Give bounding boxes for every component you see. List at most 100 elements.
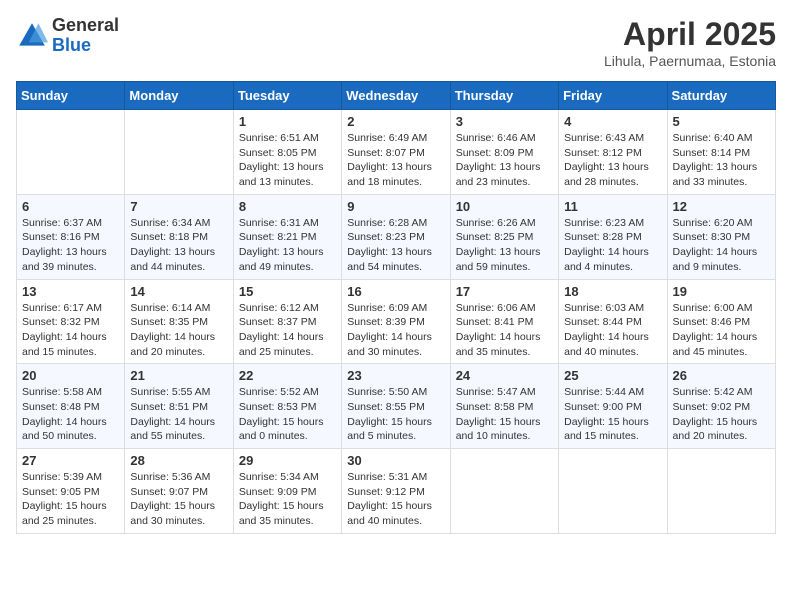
- calendar-cell: 17 Sunrise: 6:06 AMSunset: 8:41 PMDayligh…: [450, 279, 558, 364]
- calendar-cell: 5 Sunrise: 6:40 AMSunset: 8:14 PMDaylight…: [667, 110, 775, 195]
- week-row-5: 27 Sunrise: 5:39 AMSunset: 9:05 PMDayligh…: [17, 449, 776, 534]
- day-info: Sunrise: 5:44 AMSunset: 9:00 PMDaylight:…: [564, 385, 661, 444]
- day-number: 16: [347, 284, 444, 299]
- day-number: 8: [239, 199, 336, 214]
- calendar-cell: 23 Sunrise: 5:50 AMSunset: 8:55 PMDayligh…: [342, 364, 450, 449]
- header-row: SundayMondayTuesdayWednesdayThursdayFrid…: [17, 82, 776, 110]
- day-number: 10: [456, 199, 553, 214]
- day-info: Sunrise: 6:34 AMSunset: 8:18 PMDaylight:…: [130, 216, 227, 275]
- day-info: Sunrise: 6:06 AMSunset: 8:41 PMDaylight:…: [456, 301, 553, 360]
- calendar-cell: 4 Sunrise: 6:43 AMSunset: 8:12 PMDaylight…: [559, 110, 667, 195]
- calendar-cell: 27 Sunrise: 5:39 AMSunset: 9:05 PMDayligh…: [17, 449, 125, 534]
- title-block: April 2025 Lihula, Paernumaa, Estonia: [604, 16, 776, 69]
- day-info: Sunrise: 6:43 AMSunset: 8:12 PMDaylight:…: [564, 131, 661, 190]
- calendar-cell: [667, 449, 775, 534]
- day-info: Sunrise: 5:52 AMSunset: 8:53 PMDaylight:…: [239, 385, 336, 444]
- day-number: 30: [347, 453, 444, 468]
- calendar-cell: 7 Sunrise: 6:34 AMSunset: 8:18 PMDaylight…: [125, 194, 233, 279]
- week-row-2: 6 Sunrise: 6:37 AMSunset: 8:16 PMDaylight…: [17, 194, 776, 279]
- calendar-cell: 12 Sunrise: 6:20 AMSunset: 8:30 PMDayligh…: [667, 194, 775, 279]
- calendar-cell: 15 Sunrise: 6:12 AMSunset: 8:37 PMDayligh…: [233, 279, 341, 364]
- day-info: Sunrise: 6:37 AMSunset: 8:16 PMDaylight:…: [22, 216, 119, 275]
- calendar-cell: 2 Sunrise: 6:49 AMSunset: 8:07 PMDaylight…: [342, 110, 450, 195]
- day-number: 23: [347, 368, 444, 383]
- day-number: 4: [564, 114, 661, 129]
- calendar-cell: 6 Sunrise: 6:37 AMSunset: 8:16 PMDaylight…: [17, 194, 125, 279]
- week-row-4: 20 Sunrise: 5:58 AMSunset: 8:48 PMDayligh…: [17, 364, 776, 449]
- calendar-cell: 26 Sunrise: 5:42 AMSunset: 9:02 PMDayligh…: [667, 364, 775, 449]
- calendar-cell: 3 Sunrise: 6:46 AMSunset: 8:09 PMDaylight…: [450, 110, 558, 195]
- calendar-cell: 18 Sunrise: 6:03 AMSunset: 8:44 PMDayligh…: [559, 279, 667, 364]
- day-number: 3: [456, 114, 553, 129]
- day-info: Sunrise: 6:12 AMSunset: 8:37 PMDaylight:…: [239, 301, 336, 360]
- day-info: Sunrise: 6:14 AMSunset: 8:35 PMDaylight:…: [130, 301, 227, 360]
- day-number: 9: [347, 199, 444, 214]
- day-info: Sunrise: 6:20 AMSunset: 8:30 PMDaylight:…: [673, 216, 770, 275]
- day-info: Sunrise: 5:58 AMSunset: 8:48 PMDaylight:…: [22, 385, 119, 444]
- day-info: Sunrise: 6:03 AMSunset: 8:44 PMDaylight:…: [564, 301, 661, 360]
- day-info: Sunrise: 6:26 AMSunset: 8:25 PMDaylight:…: [456, 216, 553, 275]
- week-row-1: 1Sunrise: 6:51 AMSunset: 8:05 PMDaylight…: [17, 110, 776, 195]
- day-number: 12: [673, 199, 770, 214]
- day-number: 25: [564, 368, 661, 383]
- day-header-sunday: Sunday: [17, 82, 125, 110]
- day-header-wednesday: Wednesday: [342, 82, 450, 110]
- day-number: 29: [239, 453, 336, 468]
- page-header: General Blue April 2025 Lihula, Paernuma…: [16, 16, 776, 69]
- day-number: 13: [22, 284, 119, 299]
- day-info: Sunrise: 6:46 AMSunset: 8:09 PMDaylight:…: [456, 131, 553, 190]
- logo-text: General Blue: [52, 16, 119, 56]
- calendar-cell: 29 Sunrise: 5:34 AMSunset: 9:09 PMDayligh…: [233, 449, 341, 534]
- day-number: 5: [673, 114, 770, 129]
- day-info: Sunrise: 6:28 AMSunset: 8:23 PMDaylight:…: [347, 216, 444, 275]
- location: Lihula, Paernumaa, Estonia: [604, 53, 776, 69]
- day-number: 26: [673, 368, 770, 383]
- day-number: 27: [22, 453, 119, 468]
- day-info: Sunrise: 5:42 AMSunset: 9:02 PMDaylight:…: [673, 385, 770, 444]
- calendar-cell: [559, 449, 667, 534]
- day-info: Sunrise: 6:49 AMSunset: 8:07 PMDaylight:…: [347, 131, 444, 190]
- calendar-cell: [450, 449, 558, 534]
- calendar-cell: 19Sunrise: 6:00 AMSunset: 8:46 PMDayligh…: [667, 279, 775, 364]
- calendar-cell: 14 Sunrise: 6:14 AMSunset: 8:35 PMDayligh…: [125, 279, 233, 364]
- day-number: 28: [130, 453, 227, 468]
- day-number: 14: [130, 284, 227, 299]
- day-number: 6: [22, 199, 119, 214]
- day-number: 15: [239, 284, 336, 299]
- day-number: 7: [130, 199, 227, 214]
- day-number: 2: [347, 114, 444, 129]
- logo-blue: Blue: [52, 36, 119, 56]
- day-number: 20: [22, 368, 119, 383]
- calendar-cell: 16Sunrise: 6:09 AMSunset: 8:39 PMDayligh…: [342, 279, 450, 364]
- logo-icon: [16, 20, 48, 52]
- day-info: Sunrise: 5:50 AMSunset: 8:55 PMDaylight:…: [347, 385, 444, 444]
- calendar-cell: 13Sunrise: 6:17 AMSunset: 8:32 PMDayligh…: [17, 279, 125, 364]
- day-number: 19: [673, 284, 770, 299]
- calendar-cell: 28 Sunrise: 5:36 AMSunset: 9:07 PMDayligh…: [125, 449, 233, 534]
- day-number: 18: [564, 284, 661, 299]
- day-number: 21: [130, 368, 227, 383]
- day-number: 24: [456, 368, 553, 383]
- calendar-cell: 11 Sunrise: 6:23 AMSunset: 8:28 PMDayligh…: [559, 194, 667, 279]
- week-row-3: 13Sunrise: 6:17 AMSunset: 8:32 PMDayligh…: [17, 279, 776, 364]
- day-info: Sunrise: 5:39 AMSunset: 9:05 PMDaylight:…: [22, 470, 119, 529]
- day-number: 22: [239, 368, 336, 383]
- day-info: Sunrise: 5:31 AMSunset: 9:12 PMDaylight:…: [347, 470, 444, 529]
- day-header-tuesday: Tuesday: [233, 82, 341, 110]
- day-header-thursday: Thursday: [450, 82, 558, 110]
- day-header-friday: Friday: [559, 82, 667, 110]
- calendar-cell: [125, 110, 233, 195]
- day-info: Sunrise: 5:36 AMSunset: 9:07 PMDaylight:…: [130, 470, 227, 529]
- calendar-cell: 24Sunrise: 5:47 AMSunset: 8:58 PMDayligh…: [450, 364, 558, 449]
- day-info: Sunrise: 6:31 AMSunset: 8:21 PMDaylight:…: [239, 216, 336, 275]
- day-number: 1: [239, 114, 336, 129]
- day-info: Sunrise: 6:40 AMSunset: 8:14 PMDaylight:…: [673, 131, 770, 190]
- calendar-cell: [17, 110, 125, 195]
- calendar-cell: 25 Sunrise: 5:44 AMSunset: 9:00 PMDayligh…: [559, 364, 667, 449]
- day-info: Sunrise: 6:23 AMSunset: 8:28 PMDaylight:…: [564, 216, 661, 275]
- day-number: 17: [456, 284, 553, 299]
- day-number: 11: [564, 199, 661, 214]
- calendar-cell: 20 Sunrise: 5:58 AMSunset: 8:48 PMDayligh…: [17, 364, 125, 449]
- calendar-cell: 10 Sunrise: 6:26 AMSunset: 8:25 PMDayligh…: [450, 194, 558, 279]
- day-info: Sunrise: 5:34 AMSunset: 9:09 PMDaylight:…: [239, 470, 336, 529]
